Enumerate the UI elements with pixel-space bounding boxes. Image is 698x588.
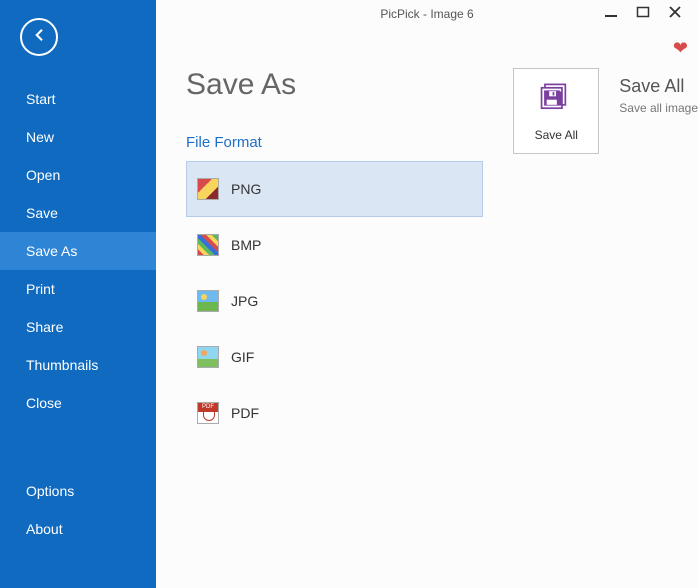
sidebar-item-label: Share (26, 319, 63, 335)
sidebar-item-label: Thumbnails (26, 357, 98, 373)
format-label: PNG (231, 181, 261, 197)
png-icon (197, 178, 219, 200)
minimize-button[interactable] (604, 7, 618, 21)
sidebar-item-save[interactable]: Save (0, 194, 156, 232)
save-all-button-label: Save All (535, 128, 578, 142)
heart-icon: ❤ (673, 38, 688, 58)
titlebar: PicPick - Image 6 (156, 0, 698, 28)
close-button[interactable] (668, 7, 682, 21)
pdf-icon (197, 402, 219, 424)
favorite-button[interactable]: ❤ (673, 38, 688, 59)
main-panel: PicPick - Image 6 ❤ Save As File Format … (156, 0, 698, 588)
minimize-icon (604, 5, 618, 24)
sidebar-item-label: Close (26, 395, 62, 411)
sidebar-item-options[interactable]: Options (0, 472, 156, 510)
gif-icon (197, 346, 219, 368)
maximize-icon (636, 5, 650, 24)
sidebar-item-about[interactable]: About (0, 510, 156, 548)
sidebar-item-label: Open (26, 167, 60, 183)
sidebar-item-thumbnails[interactable]: Thumbnails (0, 346, 156, 384)
left-column: Save As File Format PNG BMP JPG GIF (186, 68, 483, 441)
section-title: File Format (186, 134, 483, 151)
format-item-pdf[interactable]: PDF (186, 385, 483, 441)
format-item-gif[interactable]: GIF (186, 329, 483, 385)
format-list: PNG BMP JPG GIF PDF (186, 161, 483, 441)
format-label: JPG (231, 293, 258, 309)
sidebar-item-label: New (26, 129, 54, 145)
content: Save As File Format PNG BMP JPG GIF (156, 28, 698, 441)
sidebar-item-share[interactable]: Share (0, 308, 156, 346)
format-label: BMP (231, 237, 261, 253)
sidebar-item-label: About (26, 521, 63, 537)
sidebar-item-label: Print (26, 281, 55, 297)
sidebar-item-print[interactable]: Print (0, 270, 156, 308)
bmp-icon (197, 234, 219, 256)
format-item-png[interactable]: PNG (186, 161, 483, 217)
format-label: GIF (231, 349, 254, 365)
close-icon (668, 5, 682, 24)
window-controls (604, 7, 698, 21)
page-title: Save As (186, 68, 483, 102)
save-all-desc: Save all image (619, 101, 698, 115)
format-label: PDF (231, 405, 259, 421)
save-all-icon (539, 81, 573, 120)
sidebar-item-start[interactable]: Start (0, 80, 156, 118)
sidebar-item-label: Start (26, 91, 56, 107)
back-button[interactable] (20, 18, 58, 56)
save-all-title: Save All (619, 76, 698, 97)
right-column: Save All Save All Save all image (513, 68, 698, 441)
sidebar-item-close[interactable]: Close (0, 384, 156, 422)
sidebar-item-label: Save (26, 205, 58, 221)
back-arrow-icon (30, 26, 48, 49)
format-item-bmp[interactable]: BMP (186, 217, 483, 273)
save-all-button[interactable]: Save All (513, 68, 599, 154)
jpg-icon (197, 290, 219, 312)
sidebar-item-label: Save As (26, 243, 77, 259)
sidebar-item-open[interactable]: Open (0, 156, 156, 194)
format-item-jpg[interactable]: JPG (186, 273, 483, 329)
sidebar-item-label: Options (26, 483, 74, 499)
save-all-description: Save All Save all image (619, 68, 698, 115)
sidebar-item-save-as[interactable]: Save As (0, 232, 156, 270)
file-menu-sidebar: Start New Open Save Save As Print Share … (0, 0, 156, 588)
maximize-button[interactable] (636, 7, 650, 21)
sidebar-menu: Start New Open Save Save As Print Share … (0, 80, 156, 422)
sidebar-item-new[interactable]: New (0, 118, 156, 156)
sidebar-menu-bottom: Options About (0, 472, 156, 588)
